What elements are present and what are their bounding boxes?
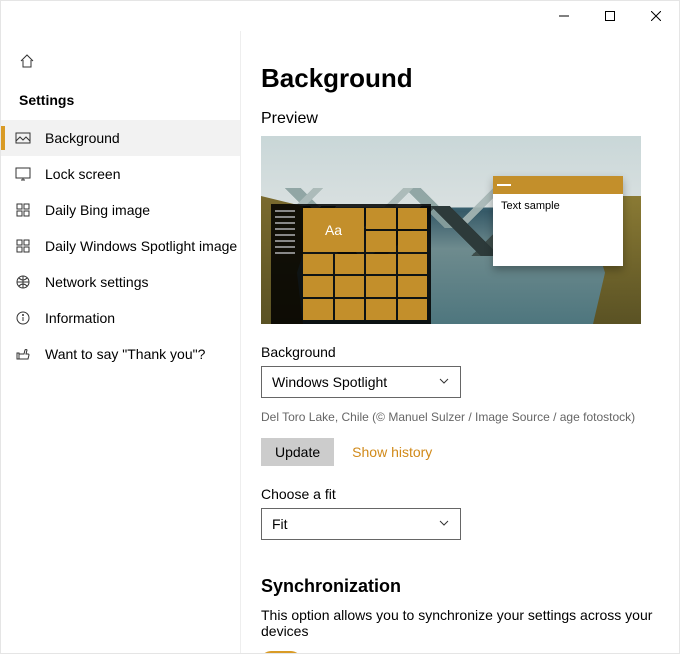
page-title: Background <box>261 63 659 94</box>
background-preview: Aa Text sample <box>261 136 641 324</box>
chevron-down-icon <box>438 516 450 532</box>
sync-heading: Synchronization <box>261 576 659 597</box>
sidebar-item-background[interactable]: Background <box>1 120 240 156</box>
fit-select-label: Choose a fit <box>261 486 659 502</box>
update-button[interactable]: Update <box>261 438 334 466</box>
titlebar <box>1 1 679 31</box>
sidebar-item-label: Lock screen <box>45 166 120 182</box>
sidebar: Settings Background Lock screen Daily Bi… <box>1 31 241 653</box>
picture-icon <box>15 130 31 146</box>
sidebar-item-network[interactable]: Network settings <box>1 264 240 300</box>
sidebar-item-lock-screen[interactable]: Lock screen <box>1 156 240 192</box>
main-content: Background Preview Aa <box>241 31 679 653</box>
grid-icon <box>15 238 31 254</box>
fit-select[interactable]: Fit <box>261 508 461 540</box>
background-select[interactable]: Windows Spotlight <box>261 366 461 398</box>
preview-sample-window: Text sample <box>493 176 623 266</box>
maximize-button[interactable] <box>587 1 633 31</box>
home-button[interactable] <box>1 49 240 86</box>
minimize-button[interactable] <box>541 1 587 31</box>
close-button[interactable] <box>633 1 679 31</box>
thumbs-up-icon <box>15 346 31 362</box>
image-caption: Del Toro Lake, Chile (© Manuel Sulzer / … <box>261 410 659 424</box>
sidebar-item-label: Daily Windows Spotlight image <box>45 238 237 254</box>
chevron-down-icon <box>438 374 450 390</box>
sidebar-item-label: Information <box>45 310 115 326</box>
sidebar-item-daily-bing[interactable]: Daily Bing image <box>1 192 240 228</box>
sync-description: This option allows you to synchronize yo… <box>261 607 659 639</box>
show-history-link[interactable]: Show history <box>352 444 432 460</box>
preview-heading: Preview <box>261 110 659 128</box>
toggle-track <box>261 651 301 653</box>
preview-tile-text: Aa <box>303 208 364 252</box>
home-icon <box>19 53 35 69</box>
sidebar-item-label: Daily Bing image <box>45 202 150 218</box>
sidebar-item-label: Background <box>45 130 120 146</box>
info-icon <box>15 310 31 326</box>
fit-select-value: Fit <box>272 516 288 532</box>
sync-toggle[interactable]: On <box>261 651 330 653</box>
globe-icon <box>15 274 31 290</box>
background-select-label: Background <box>261 344 659 360</box>
preview-sample-text: Text sample <box>493 194 623 218</box>
sidebar-item-info[interactable]: Information <box>1 300 240 336</box>
background-select-value: Windows Spotlight <box>272 374 387 390</box>
sidebar-item-daily-spotlight[interactable]: Daily Windows Spotlight image <box>1 228 240 264</box>
preview-start-menu: Aa <box>271 204 431 324</box>
sidebar-item-thank-you[interactable]: Want to say "Thank you"? <box>1 336 240 372</box>
sidebar-heading: Settings <box>1 86 240 120</box>
sidebar-item-label: Network settings <box>45 274 148 290</box>
grid-icon <box>15 202 31 218</box>
sidebar-item-label: Want to say "Thank you"? <box>45 346 205 362</box>
monitor-icon <box>15 166 31 182</box>
